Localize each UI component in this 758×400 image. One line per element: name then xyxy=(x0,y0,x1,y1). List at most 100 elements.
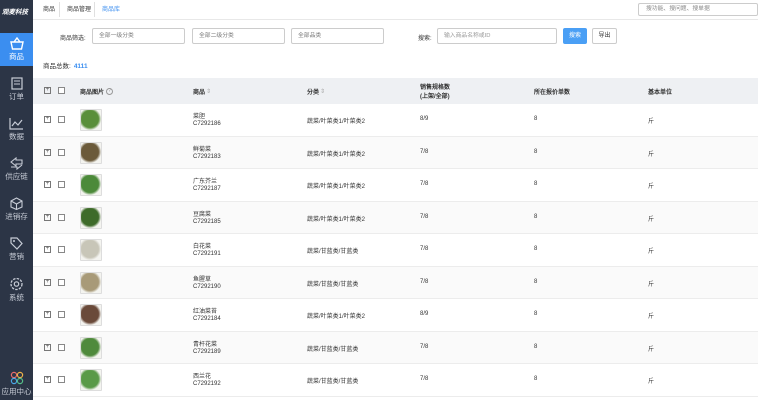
quotes-cell: 8 xyxy=(534,311,538,317)
sidebar-item-data[interactable]: 数据 xyxy=(0,117,33,142)
search-label: 搜索: xyxy=(418,36,432,42)
specs-cell: 7/8 xyxy=(420,343,429,350)
expand-row-toggle[interactable]: + xyxy=(44,376,51,383)
product-id: C7292183 xyxy=(193,153,221,160)
top-bar: 商品 商品管理 商品库 搜功能、搜问题、搜单据 xyxy=(33,0,758,20)
row-checkbox[interactable] xyxy=(58,148,65,156)
product-thumbnail[interactable] xyxy=(80,271,102,294)
level2-category-select[interactable]: 全部二级分类 xyxy=(192,28,285,44)
unit-cell: 斤 xyxy=(648,184,655,190)
product-name[interactable]: 红油菜苔 xyxy=(193,309,217,315)
product-thumbnail[interactable] xyxy=(80,141,102,164)
row-checkbox[interactable] xyxy=(58,278,65,286)
expand-all-toggle[interactable]: + xyxy=(44,87,51,94)
help-icon[interactable]: ? xyxy=(106,87,114,95)
expand-row-toggle[interactable]: + xyxy=(44,116,51,123)
product-total-count: 4111 xyxy=(73,63,88,70)
product-thumbnail[interactable] xyxy=(80,304,102,326)
product-id: C7292190 xyxy=(193,283,221,290)
filter-label: 商品筛选: xyxy=(60,36,86,42)
table-row: + 白花菜 C7292191 蔬菜/甘蓝类/甘蓝类 7/8 8 斤 xyxy=(33,234,758,267)
export-button[interactable]: 导出 xyxy=(592,28,617,44)
expand-row-toggle[interactable]: + xyxy=(44,246,51,253)
sidebar-item-app-center[interactable]: 应用中心 xyxy=(0,371,33,397)
order-icon xyxy=(10,77,23,90)
product-name[interactable]: 豆腐菜 xyxy=(193,212,211,218)
sidebar-item-system[interactable]: 系统 xyxy=(0,277,33,303)
row-checkbox[interactable] xyxy=(58,116,65,123)
sidebar-item-inventory[interactable]: 进销存 xyxy=(0,197,33,222)
category-cell: 蔬菜/甘蓝类/甘蓝类 xyxy=(307,249,359,255)
sidebar-item-products[interactable]: 商品 xyxy=(0,33,33,66)
product-id: C7292191 xyxy=(193,251,221,257)
product-thumbnail[interactable] xyxy=(80,336,102,359)
table-row: + 鱼腥草 C7292190 蔬菜/甘蓝类/甘蓝类 7/8 8 斤 xyxy=(33,266,758,299)
product-id: C7292184 xyxy=(193,316,221,322)
product-search-input[interactable]: 输入商品名称或ID xyxy=(437,28,557,44)
product-cell: 菜胆 C7292186 xyxy=(193,111,221,127)
expand-row-toggle[interactable]: + xyxy=(44,181,51,188)
sidebar-item-label: 系统 xyxy=(9,293,24,302)
product-name[interactable]: 鲜菊菜 xyxy=(193,147,211,153)
row-checkbox[interactable] xyxy=(58,213,65,221)
column-header-category[interactable]: 分类 ⇕ xyxy=(307,78,325,104)
product-name[interactable]: 广东芥兰 xyxy=(193,179,217,185)
product-thumbnail[interactable] xyxy=(80,174,102,196)
expand-row-toggle[interactable]: + xyxy=(44,148,51,156)
expand-row-toggle[interactable]: + xyxy=(44,343,51,351)
basket-icon xyxy=(9,37,24,50)
specs-cell: 7/8 xyxy=(420,278,429,285)
product-name[interactable]: 青杆花菜 xyxy=(193,342,217,348)
sidebar-item-marketing[interactable]: 营销 xyxy=(0,237,33,262)
sidebar-item-label: 应用中心 xyxy=(1,387,32,396)
row-checkbox[interactable] xyxy=(58,343,65,351)
row-checkbox[interactable] xyxy=(58,311,65,318)
category-cell: 蔬菜/叶菜类1/叶菜类2 xyxy=(307,151,366,158)
sidebar-item-orders[interactable]: 订单 xyxy=(0,77,33,102)
specs-cell: 7/8 xyxy=(420,246,429,252)
app-logo: 观麦科技 xyxy=(2,9,28,16)
unit-cell: 斤 xyxy=(648,216,655,223)
quotes-cell: 8 xyxy=(534,246,538,252)
product-thumbnail[interactable] xyxy=(80,369,102,391)
specs-cell: 7/8 xyxy=(420,181,429,187)
specs-cell: 8/9 xyxy=(420,116,429,122)
global-search-input[interactable]: 搜功能、搜问题、搜单据 xyxy=(638,3,758,16)
column-header-product[interactable]: 商品 ⇕ xyxy=(193,78,211,104)
product-thumbnail[interactable] xyxy=(80,239,102,261)
table-row: + 菜胆 C7292186 蔬菜/叶菜类1/叶菜类2 8/9 8 斤 xyxy=(33,104,758,137)
column-header-label: 销售规格数 xyxy=(420,85,451,91)
row-checkbox[interactable] xyxy=(58,181,65,188)
product-id: C7292186 xyxy=(193,121,221,127)
tab-product-management[interactable]: 商品管理 xyxy=(67,4,91,16)
product-thumbnail[interactable] xyxy=(80,206,102,229)
product-thumbnail[interactable] xyxy=(80,109,102,131)
product-name[interactable]: 鱼腥草 xyxy=(193,277,211,283)
apps-icon xyxy=(10,371,23,385)
search-button[interactable]: 搜索 xyxy=(563,28,587,44)
product-id: C7292185 xyxy=(193,218,221,225)
unit-cell: 斤 xyxy=(648,314,655,320)
expand-row-toggle[interactable]: + xyxy=(44,278,51,286)
sidebar-item-label: 供应链 xyxy=(5,172,28,181)
row-checkbox[interactable] xyxy=(58,246,65,253)
column-header-unit: 基本单位 xyxy=(648,89,673,96)
column-header-sublabel: (上架/全部) xyxy=(420,94,450,100)
category-cell: 蔬菜/叶菜类1/叶菜类2 xyxy=(307,314,366,320)
sidebar: 观麦科技 商品 订单 数据 供应链 进销存 营销 系统 应用中心 xyxy=(0,0,33,400)
expand-row-toggle[interactable]: + xyxy=(44,311,51,318)
select-all-checkbox[interactable] xyxy=(58,87,65,94)
tab-products[interactable]: 商品 xyxy=(43,4,55,16)
product-name[interactable]: 白花菜 xyxy=(193,244,211,250)
row-checkbox[interactable] xyxy=(58,376,65,383)
unit-cell: 斤 xyxy=(648,119,655,125)
product-name[interactable]: 菜胆 xyxy=(193,114,205,120)
level1-category-select[interactable]: 全部一级分类 xyxy=(92,28,185,44)
tab-product-library[interactable]: 商品库 xyxy=(102,4,120,16)
expand-row-toggle[interactable]: + xyxy=(44,213,51,221)
category-select[interactable]: 全部品类 xyxy=(291,28,384,44)
product-name[interactable]: 西兰花 xyxy=(193,374,211,380)
specs-cell: 8/9 xyxy=(420,311,429,317)
sidebar-item-supply-chain[interactable]: 供应链 xyxy=(0,157,33,182)
category-cell: 蔬菜/叶菜类1/叶菜类2 xyxy=(307,184,366,190)
